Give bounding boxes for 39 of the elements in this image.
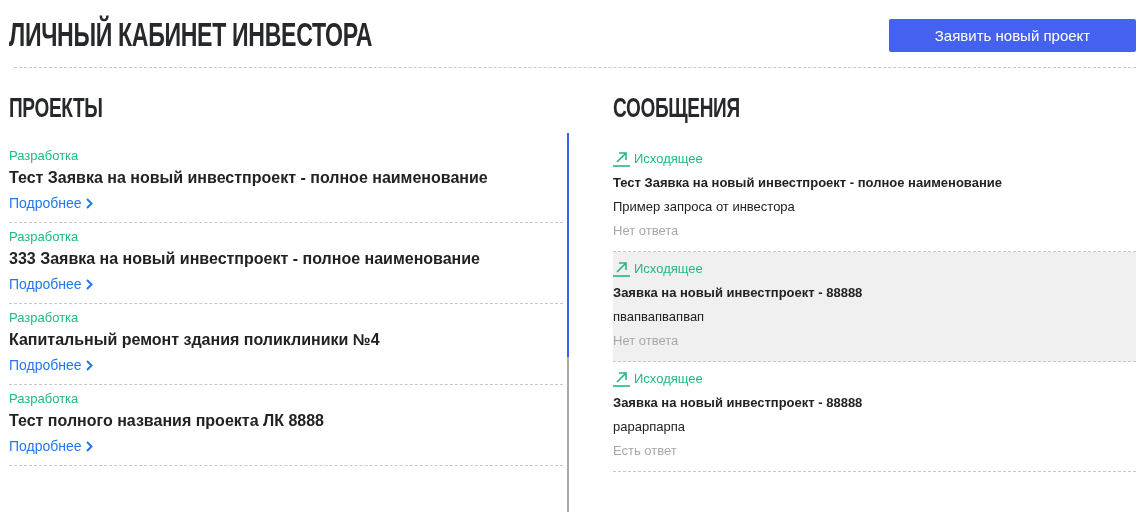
details-link[interactable]: Подробнее <box>9 193 93 213</box>
message-item[interactable]: Исходящее Заявка на новый инвестпроект - 88888 рарарпарпа Есть ответ <box>613 362 1136 472</box>
project-title: Тест полного названия проекта ЛК 8888 <box>9 411 325 431</box>
message-body: рарарпарпа <box>613 419 686 435</box>
message-item[interactable]: Исходящее Заявка на новый инвестпроект - 88888 пвапвапвапвап Нет ответа <box>613 252 1136 362</box>
outgoing-arrow-icon <box>613 370 630 387</box>
chevron-right-icon <box>85 278 93 290</box>
reply-status: Нет ответа <box>613 223 680 239</box>
message-direction: Исходящее <box>634 260 703 277</box>
reply-status: Нет ответа <box>613 333 680 349</box>
details-link[interactable]: Подробнее <box>9 274 93 294</box>
chevron-right-icon <box>85 440 93 452</box>
chevron-right-icon <box>85 359 93 371</box>
project-title: Тест Заявка на новый инвестпроект - полное наименование <box>9 168 489 188</box>
scrollbar-thumb[interactable] <box>567 133 569 357</box>
page-title: ЛИЧНЫЙ КАБИНЕТ ИНВЕСТОРА <box>9 14 373 54</box>
chevron-right-icon <box>85 197 93 209</box>
project-title: Капитальный ремонт здания поликлиники №4 <box>9 330 381 350</box>
details-link[interactable]: Подробнее <box>9 355 93 375</box>
project-status: Разработка <box>9 391 80 407</box>
message-direction: Исходящее <box>634 370 703 387</box>
project-status: Разработка <box>9 148 80 164</box>
message-subject: Заявка на новый инвестпроект - 88888 <box>613 285 864 301</box>
outgoing-arrow-icon <box>613 150 630 167</box>
message-body: пвапвапвапвап <box>613 309 706 325</box>
reply-status: Есть ответ <box>613 443 678 459</box>
scrollbar-track[interactable] <box>567 133 569 512</box>
section-heading: ПРОЕКТЫ <box>9 92 104 124</box>
message-subject: Тест Заявка на новый инвестпроект - полное наименование <box>613 175 1003 191</box>
message-body: Пример запроса от инвестора <box>613 199 796 215</box>
new-project-button[interactable]: Заявить новый проект <box>889 19 1136 52</box>
project-status: Разработка <box>9 229 80 245</box>
message-subject: Заявка на новый инвестпроект - 88888 <box>613 395 864 411</box>
project-status: Разработка <box>9 310 80 326</box>
section-heading: СООБЩЕНИЯ <box>613 92 741 124</box>
outgoing-arrow-icon <box>613 260 630 277</box>
message-direction: Исходящее <box>634 150 703 167</box>
details-link[interactable]: Подробнее <box>9 436 93 456</box>
project-title: 333 Заявка на новый инвестпроект - полное наименование <box>9 249 481 269</box>
